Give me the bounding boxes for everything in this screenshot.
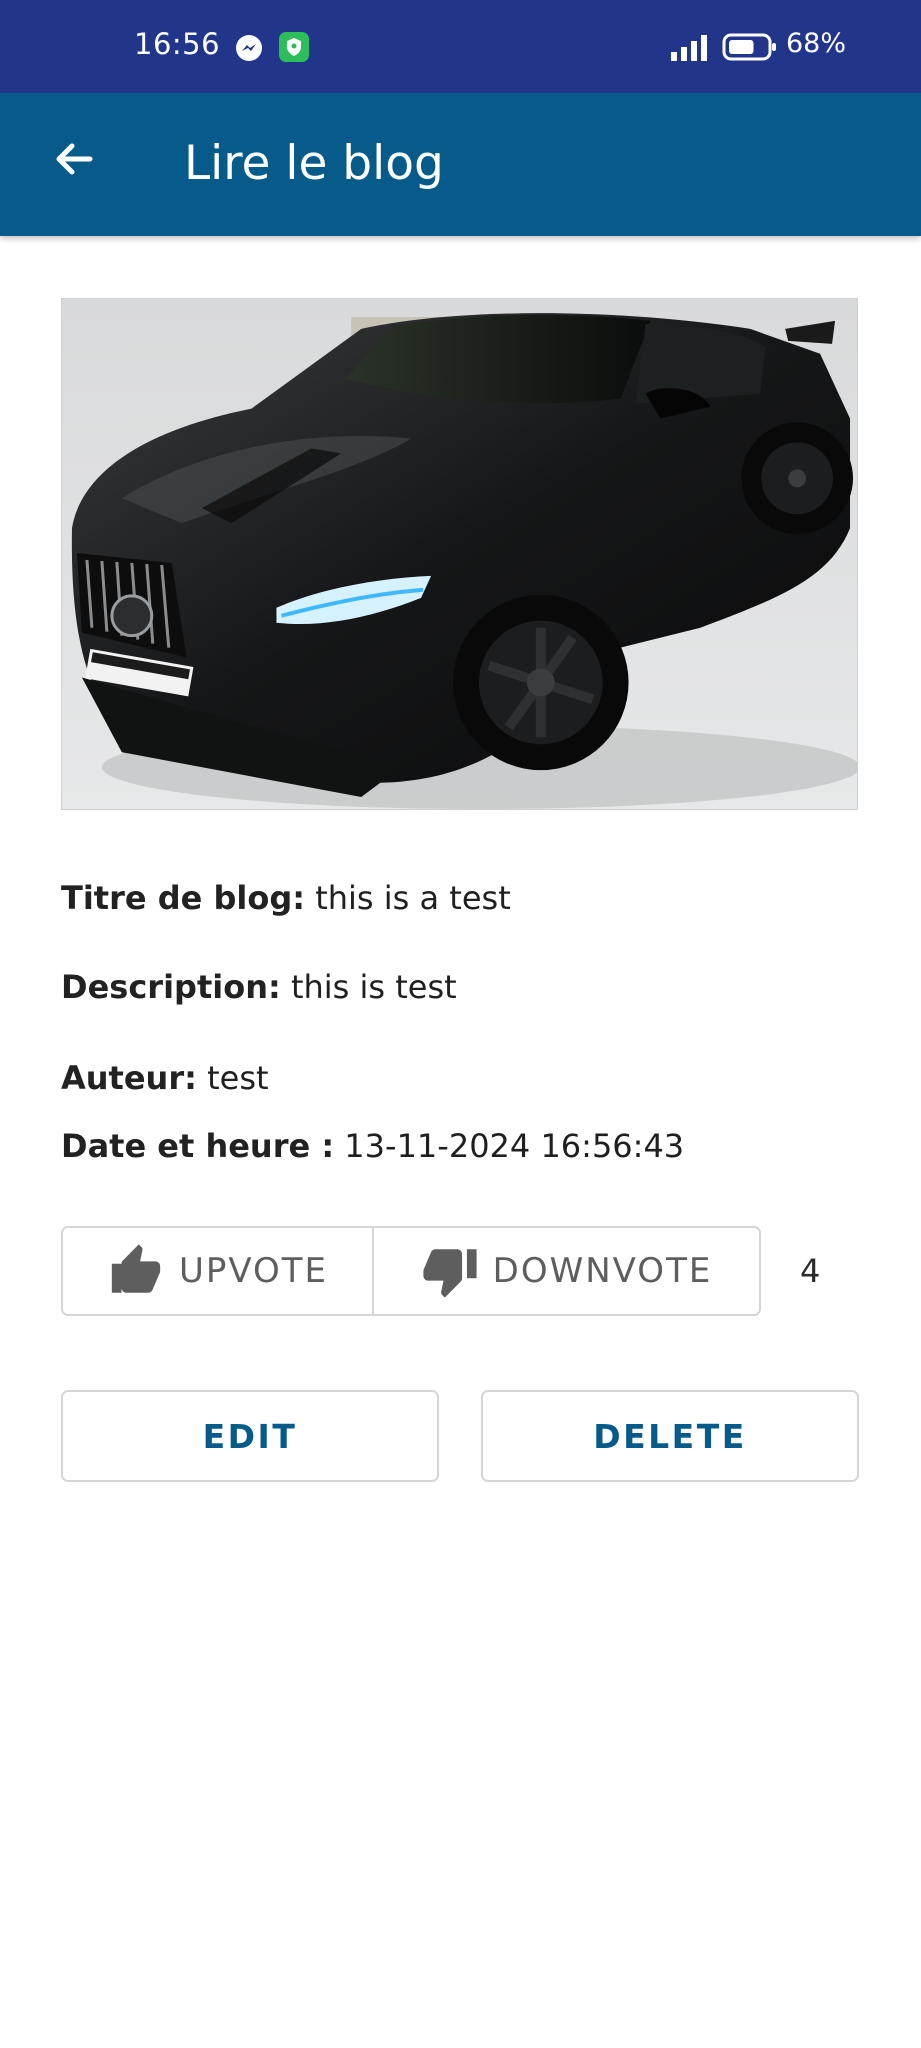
vote-count: 4 — [800, 1252, 821, 1290]
vote-button-group: UPVOTE DOWNVOTE — [61, 1226, 761, 1316]
upvote-label: UPVOTE — [178, 1251, 329, 1291]
blog-description-row: Description: this is test — [61, 967, 457, 1007]
downvote-button[interactable]: DOWNVOTE — [374, 1228, 759, 1314]
blog-author-value: test — [207, 1059, 269, 1097]
blog-description-label: Description: — [61, 968, 281, 1006]
blog-title-label: Titre de blog: — [61, 879, 306, 917]
blog-datetime-label: Date et heure : — [61, 1127, 335, 1165]
arrow-left-icon — [56, 143, 93, 175]
back-button[interactable] — [38, 123, 110, 195]
status-bar: 16:56 68% — [0, 0, 921, 93]
blog-image — [61, 298, 858, 810]
battery-icon — [722, 33, 778, 61]
messenger-icon — [234, 33, 264, 63]
app-bar: Lire le blog — [0, 93, 921, 236]
blog-description-value: this is test — [290, 968, 457, 1006]
blog-title-row: Titre de blog: this is a test — [61, 878, 511, 918]
blog-datetime-value: 13-11-2024 16:56:43 — [344, 1127, 685, 1165]
blog-title-value: this is a test — [315, 879, 511, 917]
edit-button[interactable]: EDIT — [61, 1390, 439, 1482]
thumb-up-icon — [111, 1244, 161, 1293]
signal-icon — [671, 34, 709, 62]
downvote-label: DOWNVOTE — [492, 1251, 713, 1291]
shield-icon — [278, 31, 310, 63]
upvote-button[interactable]: UPVOTE — [63, 1228, 374, 1314]
delete-button[interactable]: DELETE — [481, 1390, 859, 1482]
page-title: Lire le blog — [184, 136, 444, 191]
blog-author-label: Auteur: — [61, 1059, 197, 1097]
status-time: 16:56 — [134, 27, 221, 61]
battery-percent: 68% — [786, 28, 847, 59]
blog-author-row: Auteur: test — [61, 1058, 269, 1098]
blog-datetime-row: Date et heure : 13-11-2024 16:56:43 — [61, 1126, 684, 1166]
thumb-down-icon — [423, 1249, 477, 1298]
